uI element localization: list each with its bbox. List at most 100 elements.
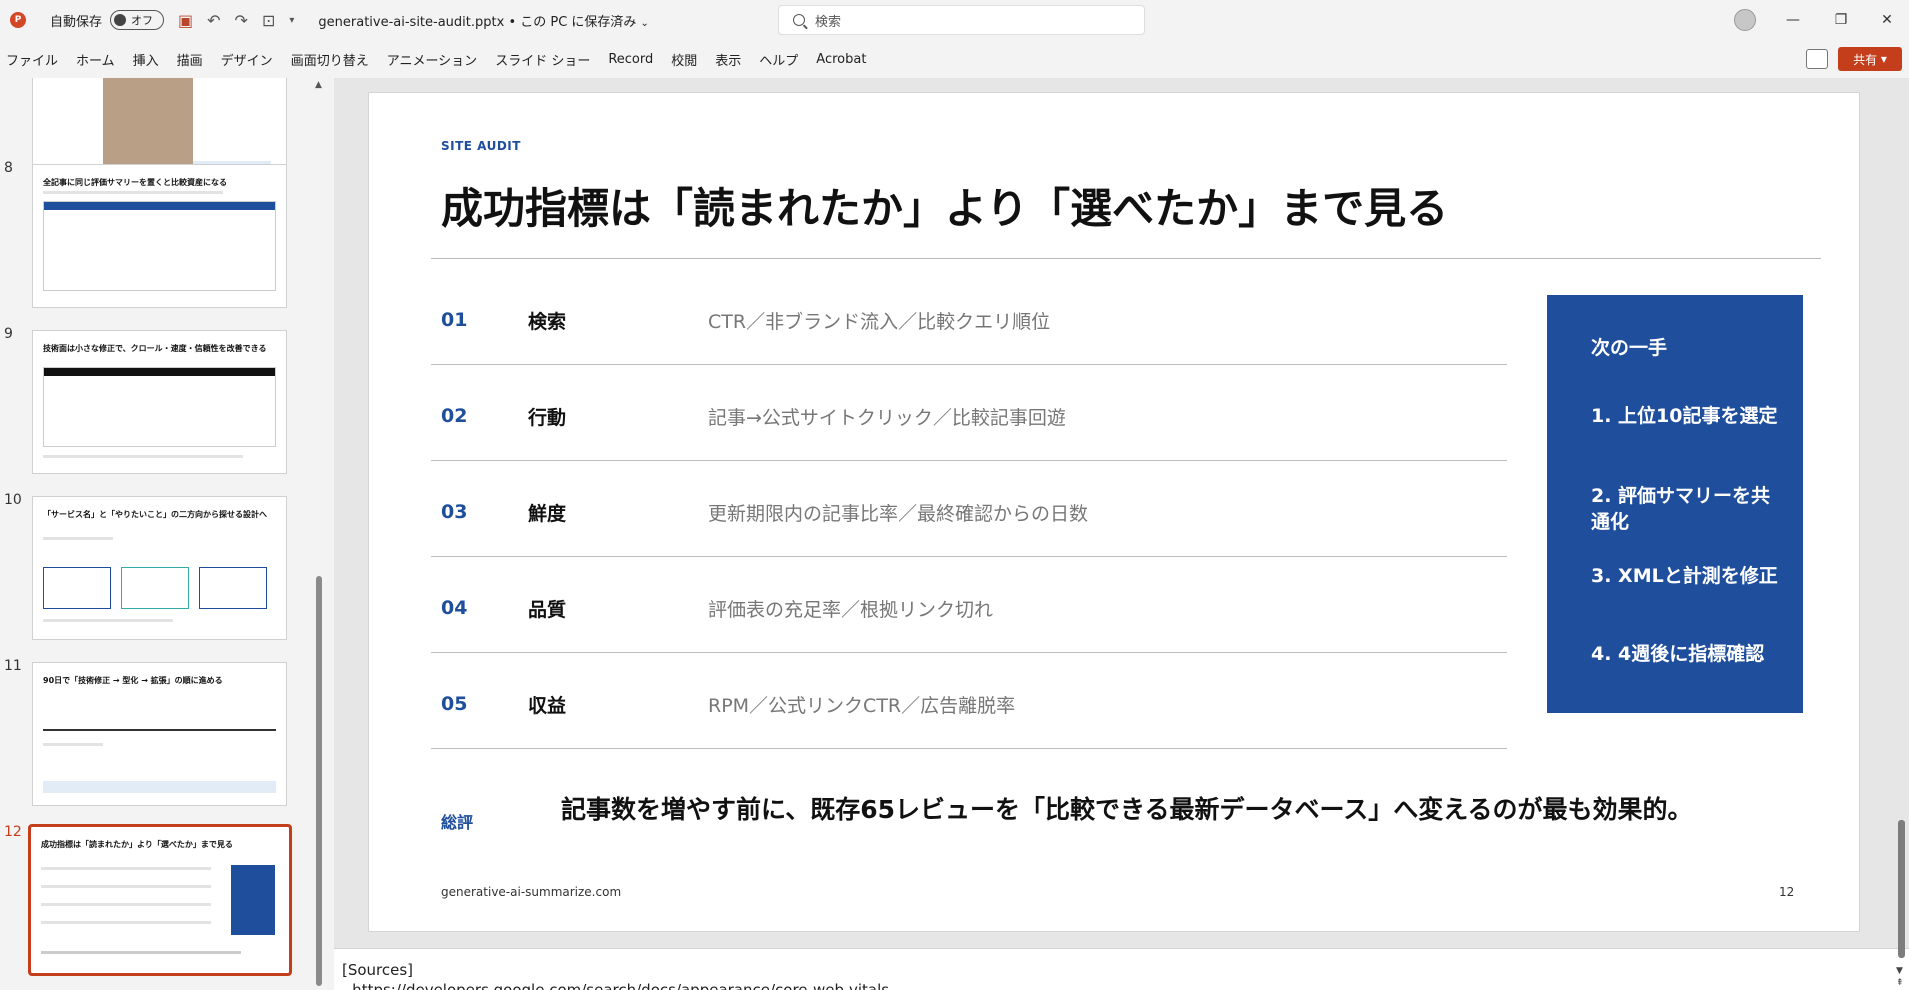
metric-label: 鮮度 [528, 503, 567, 525]
thumb-text-line [41, 921, 211, 924]
search-placeholder: 検索 [815, 14, 842, 30]
tab-record[interactable]: Record [608, 52, 653, 67]
metric-number: 01 [441, 309, 468, 331]
thumb-text-line [43, 455, 243, 458]
metric-label: 行動 [528, 407, 567, 429]
thumb-title: 技術面は小さな修正で、クロール・速度・信頼性を改善できる [43, 344, 267, 353]
metric-number: 02 [441, 405, 468, 427]
metric-row: 01 検索 CTR／非ブランド流入／比較クエリ順位 [431, 269, 1507, 365]
tab-transitions[interactable]: 画面切り替え [291, 50, 369, 69]
slide-canvas[interactable]: SITE AUDIT 成功指標は「読まれたか」より「選べたか」まで見る 01 検… [368, 92, 1860, 932]
restore-button[interactable]: ❐ [1818, 0, 1864, 40]
customize-quick-access-icon[interactable]: ▾ [289, 15, 294, 26]
editor-scrollbar[interactable]: ▼ ⇞ [1894, 78, 1909, 990]
search-input[interactable]: 検索 [778, 5, 1145, 35]
metric-label: 収益 [528, 695, 567, 717]
document-title[interactable]: generative-ai-site-audit.pptx • この PC に保… [318, 11, 648, 30]
autosave-label: 自動保存 [50, 14, 103, 30]
thumbnails-scrollbar[interactable]: ▲ [312, 78, 326, 990]
thumb-title: 90日で「技術修正 → 型化 → 拡張」の順に進める [43, 676, 223, 685]
metric-number: 03 [441, 501, 468, 523]
thumb-table [43, 201, 276, 291]
slide-thumbnail-10[interactable]: 「サービス名」と「やりたいこと」の二方向から探せる設計へ [32, 496, 287, 640]
thumb-text-line [43, 191, 223, 194]
tab-home[interactable]: ホーム [76, 50, 115, 69]
footer-page-number: 12 [1779, 885, 1795, 899]
slide-thumbnail-11[interactable]: 90日で「技術修正 → 型化 → 拡張」の順に進める [32, 662, 287, 806]
share-label: 共有 [1853, 52, 1878, 67]
thumb-next-panel [231, 865, 275, 935]
autosave-state: オフ [131, 14, 154, 27]
thumb-callout [43, 781, 276, 793]
tab-draw[interactable]: 描画 [177, 50, 203, 69]
metric-row: 05 収益 RPM／公式リンクCTR／広告離脱率 [431, 653, 1507, 749]
thumb-text-line [41, 951, 241, 954]
next-step-item: 2. 評価サマリーを共通化 [1591, 485, 1771, 533]
tab-view[interactable]: 表示 [715, 50, 741, 69]
next-step-item: 1. 上位10記事を選定 [1591, 405, 1778, 427]
document-title-text: generative-ai-site-audit.pptx • この PC に保… [318, 14, 637, 30]
thumb-box [121, 567, 189, 609]
metric-row: 03 鮮度 更新期限内の記事比率／最終確認からの日数 [431, 461, 1507, 557]
metric-description: 更新期限内の記事比率／最終確認からの日数 [708, 503, 1089, 525]
minimize-button[interactable]: — [1770, 0, 1816, 40]
chevron-down-icon: ⌄ [640, 17, 649, 29]
previous-slide-icon[interactable]: ⇞ [1896, 978, 1904, 988]
slide-thumbnail-8[interactable]: 全記事に同じ評価サマリーを置くと比較資産になる [32, 164, 287, 308]
next-steps-panel: 次の一手 1. 上位10記事を選定 2. 評価サマリーを共通化 3. XMLと計… [1547, 295, 1803, 713]
close-button[interactable]: ✕ [1864, 0, 1909, 40]
scrollbar-thumb[interactable] [1898, 820, 1905, 958]
slide-eyebrow: SITE AUDIT [441, 139, 521, 153]
next-step-item: 3. XMLと計測を修正 [1591, 565, 1778, 587]
save-icon[interactable]: ▣ [178, 11, 193, 30]
account-avatar[interactable] [1734, 9, 1756, 31]
thumb-timeline [43, 729, 276, 731]
thumb-table-header [44, 368, 275, 376]
tab-animations[interactable]: アニメーション [387, 50, 477, 69]
speaker-notes[interactable]: [Sources] - https://developers.google.co… [334, 948, 1909, 990]
undo-icon[interactable]: ↶ [207, 11, 220, 30]
share-button[interactable]: 共有 ▾ [1838, 47, 1902, 71]
powerpoint-logo-icon: P [10, 12, 26, 28]
summary-label: 総評 [441, 813, 474, 832]
comment-icon[interactable] [1806, 49, 1828, 69]
next-step-item: 4. 4週後に指標確認 [1591, 643, 1765, 665]
tab-review[interactable]: 校閲 [671, 50, 697, 69]
metric-number: 05 [441, 693, 468, 715]
slide-thumbnail-9[interactable]: 技術面は小さな修正で、クロール・速度・信頼性を改善できる [32, 330, 287, 474]
thumb-table-header [44, 202, 275, 210]
slide-thumbnail-12[interactable]: 成功指標は「読まれたか」より「選べたか」まで見る [28, 824, 292, 976]
slide-number-11: 11 [4, 658, 22, 674]
next-steps-title: 次の一手 [1591, 337, 1668, 359]
notes-line: - https://developers.google.com/search/d… [342, 981, 890, 990]
footer-source: generative-ai-summarize.com [441, 885, 622, 899]
ribbon-tabs: ファイル ホーム 挿入 描画 デザイン 画面切り替え アニメーション スライド … [0, 40, 1909, 78]
scroll-down-icon[interactable]: ▼ [1896, 966, 1903, 976]
search-icon [793, 14, 805, 26]
thumb-text-line [41, 885, 211, 888]
tab-file[interactable]: ファイル [6, 50, 58, 69]
redo-icon[interactable]: ↷ [235, 11, 248, 30]
metric-row: 02 行動 記事→公式サイトクリック／比較記事回遊 [431, 365, 1507, 461]
slide-number-8: 8 [4, 160, 13, 176]
present-icon[interactable]: ⊡ [262, 11, 275, 30]
scroll-up-icon[interactable]: ▲ [315, 80, 322, 90]
metric-description: CTR／非ブランド流入／比較クエリ順位 [708, 311, 1051, 333]
tab-help[interactable]: ヘルプ [759, 50, 798, 69]
tab-slideshow[interactable]: スライド ショー [495, 50, 590, 69]
tab-design[interactable]: デザイン [221, 50, 273, 69]
slide-thumbnails-panel: 8 全記事に同じ評価サマリーを置くと比較資産になる 9 技術面は小さな修正で、ク… [0, 78, 328, 990]
metric-description: RPM／公式リンクCTR／広告離脱率 [708, 695, 1016, 717]
metric-description: 記事→公式サイトクリック／比較記事回遊 [708, 407, 1066, 429]
slide-number-12: 12 [4, 824, 22, 840]
thumb-text-line [43, 743, 103, 746]
autosave-toggle[interactable]: オフ [110, 10, 165, 30]
metric-number: 04 [441, 597, 468, 619]
tab-insert[interactable]: 挿入 [133, 50, 159, 69]
thumb-title: 「サービス名」と「やりたいこと」の二方向から探せる設計へ [43, 510, 267, 519]
scrollbar-thumb[interactable] [316, 576, 322, 986]
metric-label: 検索 [528, 311, 567, 333]
tab-acrobat[interactable]: Acrobat [816, 52, 866, 67]
thumb-box [43, 567, 111, 609]
slide-number-9: 9 [4, 326, 13, 342]
